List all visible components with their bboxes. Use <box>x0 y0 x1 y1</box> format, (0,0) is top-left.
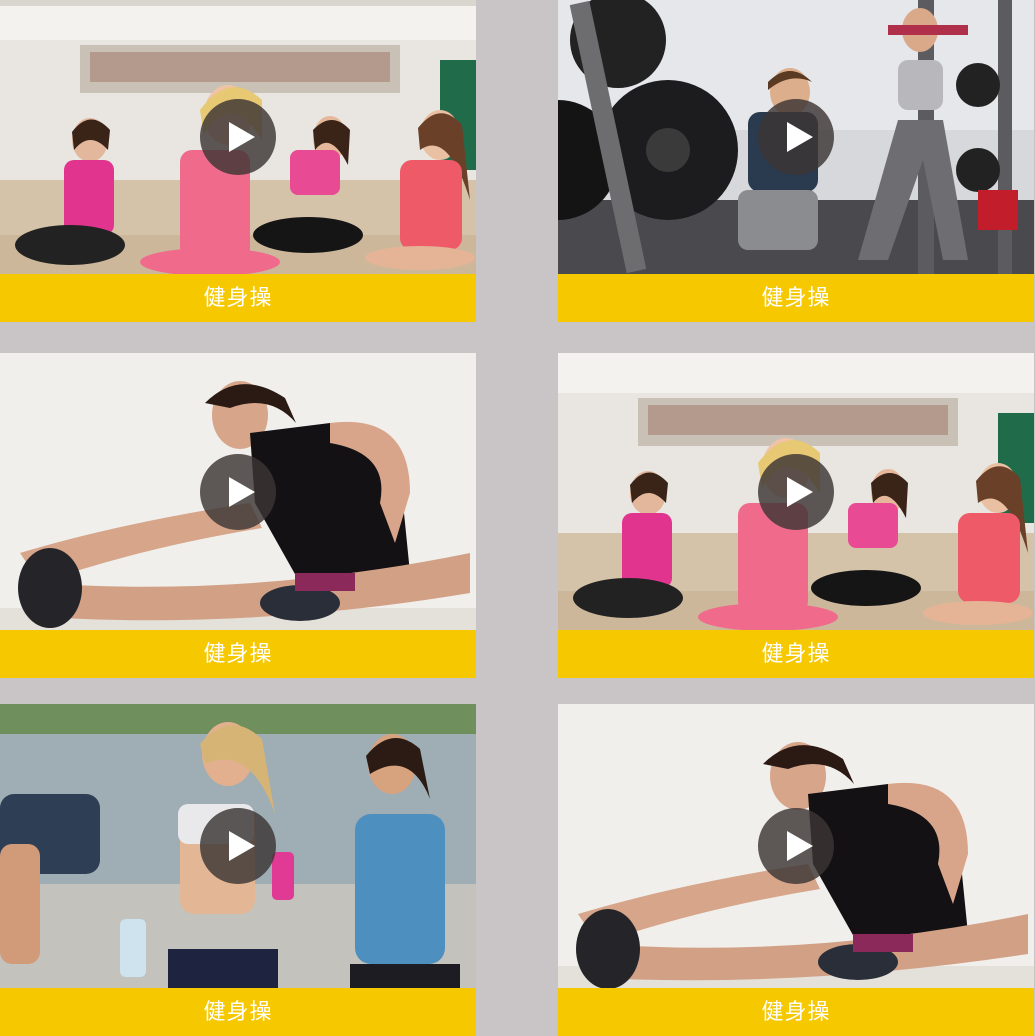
video-thumbnail[interactable] <box>0 353 476 630</box>
video-card-3[interactable]: 健身操 <box>0 353 476 678</box>
card-label: 健身操 <box>558 988 1034 1036</box>
play-icon[interactable] <box>758 99 834 175</box>
video-thumbnail[interactable] <box>0 0 476 274</box>
play-icon[interactable] <box>758 808 834 884</box>
card-label: 健身操 <box>0 630 476 678</box>
video-card-6[interactable]: 健身操 <box>558 704 1034 1036</box>
video-card-1[interactable]: 健身操 <box>0 0 476 322</box>
video-card-5[interactable]: 健身操 <box>0 704 476 1036</box>
video-thumbnail[interactable] <box>558 0 1034 274</box>
card-label: 健身操 <box>0 274 476 322</box>
card-label: 健身操 <box>0 988 476 1036</box>
play-icon[interactable] <box>200 808 276 884</box>
video-card-2[interactable]: 健身操 <box>558 0 1034 322</box>
play-icon[interactable] <box>200 99 276 175</box>
card-label: 健身操 <box>558 274 1034 322</box>
card-label: 健身操 <box>558 630 1034 678</box>
video-thumbnail[interactable] <box>558 353 1034 630</box>
play-icon[interactable] <box>758 453 834 530</box>
video-thumbnail[interactable] <box>558 704 1034 988</box>
video-thumbnail[interactable] <box>0 704 476 988</box>
video-card-4[interactable]: 健身操 <box>558 353 1034 678</box>
play-icon[interactable] <box>200 453 276 530</box>
